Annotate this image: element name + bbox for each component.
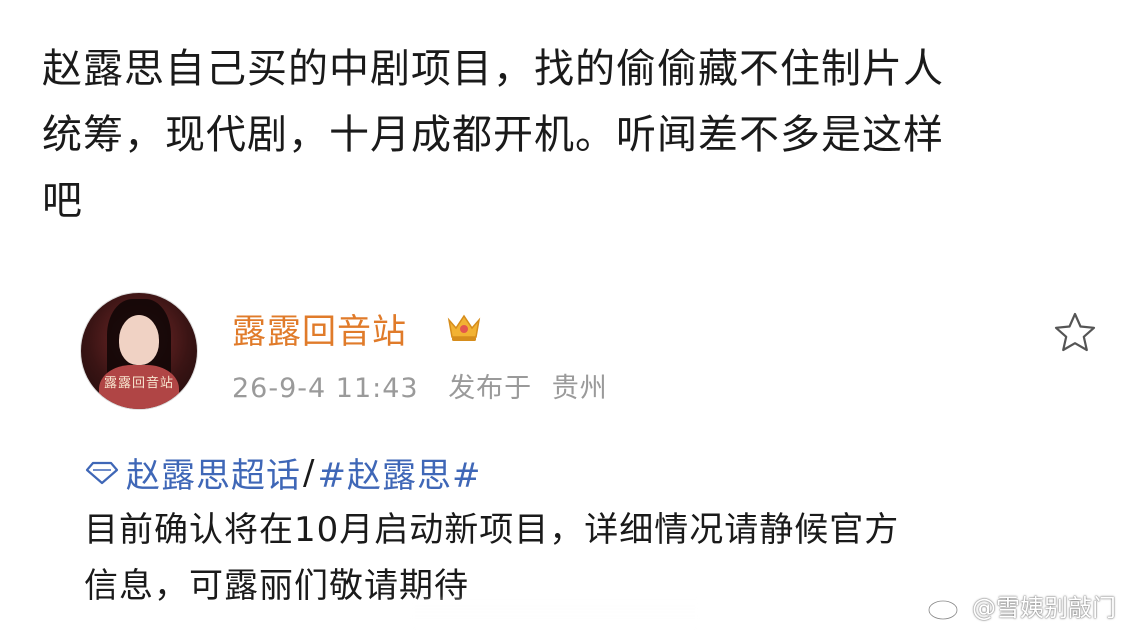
hashtag-link[interactable]: #赵露思#	[317, 448, 481, 497]
avatar[interactable]: 露露回音站	[80, 292, 198, 410]
avatar-face	[119, 315, 159, 365]
watermark-text: @雪姨别敲门	[972, 594, 1116, 622]
caption-line-1: 赵露思自己买的中剧项目，找的偷偷藏不住制片人	[42, 46, 944, 92]
topic-row: 赵露思超话 / #赵露思#	[84, 448, 481, 497]
truncation-fade	[410, 598, 700, 632]
quoted-post-card: 露露回音站 露露回音站 26-9-4 11:43 发布于 贵州 赵露思超话 / …	[0, 280, 1130, 633]
repost-caption: 赵露思自己买的中剧项目，找的偷偷藏不住制片人 统筹，现代剧，十月成都开机。听闻差…	[42, 36, 1102, 234]
weibo-logo-icon	[927, 594, 964, 620]
crown-icon	[447, 314, 481, 341]
star-icon[interactable]	[1052, 310, 1098, 356]
watermark: @雪姨别敲门	[926, 588, 1116, 623]
topic-separator: /	[303, 452, 316, 493]
username[interactable]: 露露回音站	[232, 304, 407, 353]
post-published-prefix: 发布于	[448, 373, 533, 404]
post-location: 贵州	[551, 373, 608, 404]
post-timestamp: 26-9-4 11:43	[232, 373, 419, 404]
diamond-icon	[85, 461, 119, 484]
avatar-text: 露露回音站	[103, 376, 174, 391]
supertopic-link[interactable]: 赵露思超话	[126, 448, 301, 497]
caption-line-2: 统筹，现代剧，十月成都开机。听闻差不多是这样	[42, 112, 944, 158]
post-body-line-1: 目前确认将在10月启动新项目，详细情况请静候官方	[84, 510, 900, 550]
caption-line-3: 吧	[42, 178, 83, 224]
post-meta: 26-9-4 11:43 发布于 贵州	[232, 366, 608, 405]
